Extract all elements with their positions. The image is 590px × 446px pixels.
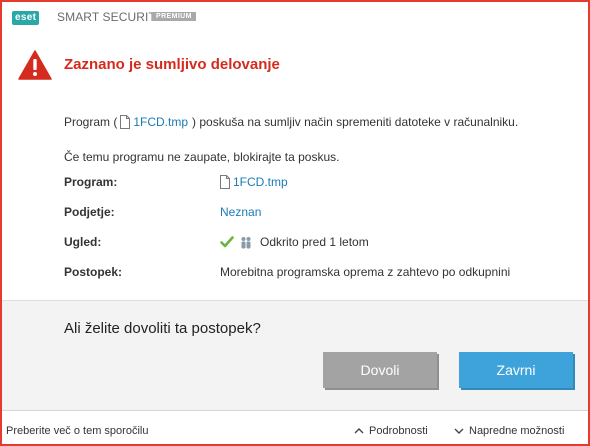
file-icon	[120, 115, 131, 129]
description-line-1: Program ( 1FCD.tmp ) poskuša na sumljiv …	[64, 115, 518, 129]
details-toggle[interactable]: Podrobnosti	[354, 425, 428, 437]
detail-row-operation: Postopek: Morebitna programska oprema z …	[64, 265, 564, 285]
detail-row-program: Program: 1FCD.tmp	[64, 175, 564, 195]
alert-header: Zaznano je sumljivo delovanje	[2, 36, 588, 99]
details-label: Podrobnosti	[369, 425, 428, 437]
description-prefix: Program (	[64, 115, 118, 129]
company-value: Neznan	[220, 205, 261, 219]
product-name: SMART SECURITY	[57, 10, 164, 24]
detail-row-reputation: Ugled: Odkrito pred 1 letom	[64, 235, 564, 255]
advanced-options-label: Napredne možnosti	[469, 425, 565, 437]
checkmark-icon	[220, 236, 234, 248]
program-link[interactable]: 1FCD.tmp	[233, 175, 288, 189]
program-value: 1FCD.tmp	[220, 175, 288, 189]
alert-content: Program ( 1FCD.tmp ) poskuša na sumljiv …	[2, 98, 588, 300]
operation-label: Postopek:	[64, 265, 123, 279]
file-link[interactable]: 1FCD.tmp	[133, 115, 188, 129]
allow-button[interactable]: Dovoli	[323, 352, 437, 388]
advanced-options-toggle[interactable]: Napredne možnosti	[454, 425, 564, 437]
alert-window: eset SMART SECURITY PREMIUM Zaznano je s…	[0, 0, 590, 446]
deny-button[interactable]: Zavrni	[459, 352, 573, 388]
question-area: Ali želite dovoliti ta postopek? Dovoli …	[2, 300, 588, 411]
question-text: Ali želite dovoliti ta postopek?	[64, 320, 261, 337]
chevron-up-icon	[354, 428, 364, 434]
reputation-label: Ugled:	[64, 235, 102, 249]
reputation-text: Odkrito pred 1 letom	[260, 235, 369, 249]
title-bar: eset SMART SECURITY PREMIUM	[2, 2, 588, 36]
learn-more-link[interactable]: Preberite več o tem sporočilu	[6, 425, 148, 437]
edition-badge: PREMIUM	[152, 12, 196, 21]
file-icon	[220, 175, 230, 189]
detail-row-company: Podjetje: Neznan	[64, 205, 564, 225]
program-label: Program:	[64, 175, 118, 189]
warning-triangle-icon	[18, 50, 52, 80]
description-suffix: ) poskuša na sumljiv način spremeniti da…	[192, 115, 519, 129]
company-link[interactable]: Neznan	[220, 205, 261, 219]
description-line-2: Če temu programu ne zaupate, blokirajte …	[64, 150, 340, 164]
users-icon	[241, 236, 251, 248]
operation-value: Morebitna programska oprema z zahtevo po…	[220, 265, 511, 279]
reputation-value: Odkrito pred 1 letom	[220, 235, 369, 249]
chevron-down-icon	[454, 428, 464, 435]
company-label: Podjetje:	[64, 205, 115, 219]
footer: Preberite več o tem sporočilu Podrobnost…	[2, 410, 588, 444]
alert-title: Zaznano je sumljivo delovanje	[64, 56, 280, 73]
eset-logo: eset	[12, 11, 40, 25]
